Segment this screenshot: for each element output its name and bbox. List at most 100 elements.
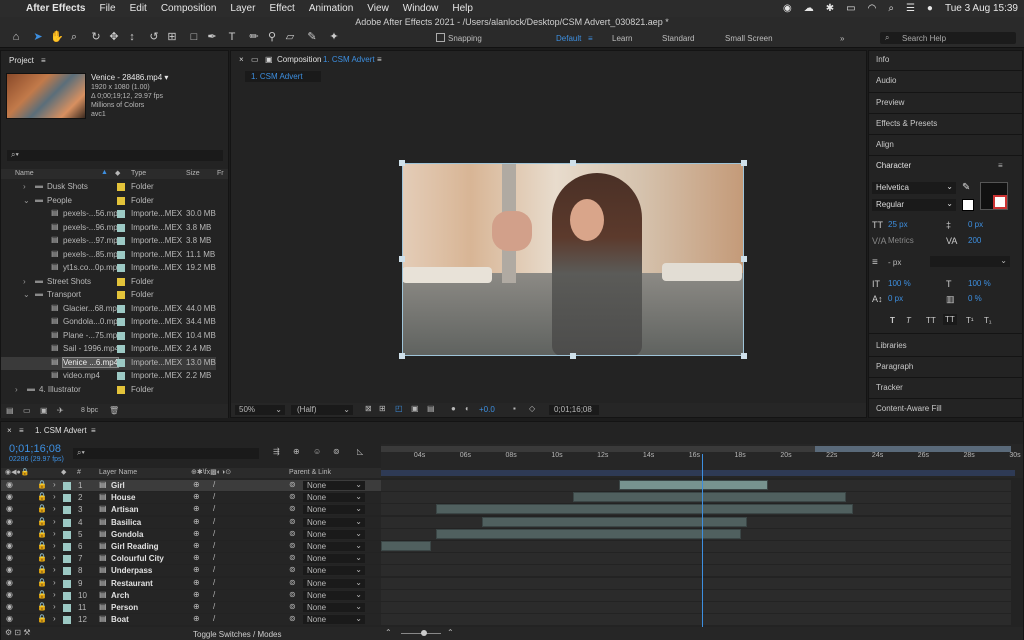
timeline-tab[interactable]: 1. CSM Advert [35, 426, 87, 435]
parent-select[interactable]: None ⌄ [303, 504, 365, 515]
layer-track[interactable] [381, 614, 1011, 626]
kerning-value[interactable]: Metrics [888, 236, 914, 245]
snapping-checkbox[interactable] [436, 33, 445, 42]
transform-handle[interactable] [570, 160, 576, 166]
transform-handle[interactable] [741, 353, 747, 359]
label-color-swatch[interactable] [63, 543, 71, 551]
layer-duration-bar[interactable] [481, 516, 748, 527]
libraries-panel[interactable]: Libraries [876, 341, 907, 350]
exposure-icon[interactable]: ◐ [465, 404, 470, 413]
new-folder-icon[interactable]: ▭ [23, 406, 31, 415]
font-size-value[interactable]: 25 px [888, 220, 908, 229]
panel-menu-icon[interactable]: ≡ [377, 55, 382, 64]
home-icon[interactable]: ⌂ [10, 31, 22, 43]
shy-switch-icon[interactable]: ⊕ [193, 504, 200, 513]
label-color-swatch[interactable] [117, 250, 125, 259]
parent-select[interactable]: None ⌄ [303, 553, 365, 564]
label-color-swatch[interactable] [117, 196, 125, 205]
frame-blend-icon[interactable]: ⊚ [333, 447, 340, 456]
label-color-swatch[interactable] [117, 304, 125, 313]
timeline-layer-row[interactable]: ◉ 🔒 › 6 ▤ Girl Reading ⊕ / ⊚ None ⌄ [1, 541, 1024, 553]
label-color-swatch[interactable] [63, 518, 71, 527]
puppet-tool-icon[interactable]: ✦ [328, 31, 340, 43]
workspace-menu-icon[interactable]: ≡ [588, 34, 593, 43]
eye-icon[interactable]: ◉ [6, 553, 13, 562]
parent-select[interactable]: None ⌄ [303, 480, 365, 490]
quality-switch-icon[interactable]: / [213, 492, 215, 501]
new-composition-icon[interactable]: ▣ [40, 406, 48, 415]
brush-tool-icon[interactable]: ✏ [248, 31, 260, 43]
snapshot-icon[interactable]: ▪ [513, 404, 516, 413]
panel-menu-icon[interactable]: ≡ [998, 161, 1003, 170]
menu-animation[interactable]: Animation [309, 3, 353, 14]
label-color-swatch[interactable] [63, 616, 71, 625]
timeline-timecode[interactable]: 0;01;16;08 [9, 443, 61, 455]
label-color-swatch[interactable] [117, 210, 125, 218]
pickwhip-icon[interactable]: ⊚ [289, 614, 296, 623]
label-color-swatch[interactable] [117, 331, 125, 340]
layer-track[interactable] [381, 589, 1011, 601]
comp-timecode-field[interactable]: 0;01;16;08 [549, 405, 599, 415]
label-color-swatch[interactable] [117, 372, 125, 380]
project-item[interactable]: ▤ pexels-...96.mp4 Importe...MEX 3.8 MB [1, 222, 216, 235]
info-panel[interactable]: Info [876, 55, 889, 64]
bit-depth[interactable]: 8 bpc [81, 407, 98, 414]
sort-icon[interactable]: ▲ [101, 169, 108, 176]
expand-arrow-icon[interactable]: ⌄ [23, 290, 30, 299]
label-color-swatch[interactable] [63, 567, 71, 576]
expand-arrow-icon[interactable]: › [53, 517, 56, 526]
faux-italic-icon[interactable]: T [906, 316, 911, 325]
eraser-tool-icon[interactable]: ▱ [284, 31, 296, 43]
lock-icon[interactable]: 🔒 [37, 578, 47, 587]
project-item[interactable]: ▤ yt1s.co...0p.mp4 Importe...MEX 19.2 MB [1, 262, 216, 275]
font-style-select[interactable]: Regular ⌄ [872, 199, 956, 211]
project-item[interactable]: › ▬ Street Shots Folder [1, 276, 216, 289]
pickwhip-icon[interactable]: ⊚ [289, 480, 296, 489]
stroke-color-swatch[interactable] [980, 182, 1008, 210]
draft-3d-icon[interactable]: ⊕ [293, 447, 300, 456]
eyedropper-icon[interactable]: ✎ [962, 182, 970, 193]
project-item[interactable]: ▤ Glacier...68.mp4 Importe...MEX 44.0 MB [1, 303, 216, 316]
lock-icon[interactable]: 🔒 [37, 614, 47, 623]
label-color-swatch[interactable] [117, 264, 125, 272]
layer-name[interactable]: Artisan [111, 505, 139, 514]
project-item[interactable]: ▤ pexels-...97.mp4 Importe...MEX 3.8 MB [1, 235, 216, 248]
region-icon[interactable]: ▣ [411, 404, 419, 413]
shy-icon[interactable]: ☺ [313, 447, 321, 456]
shy-switch-icon[interactable]: ⊕ [193, 492, 200, 501]
collapse-arrow-icon[interactable]: › [23, 277, 26, 286]
anchor-tool-icon[interactable]: ⊞ [166, 31, 178, 43]
toggle-switches-modes[interactable]: Toggle Switches / Modes [193, 630, 282, 639]
layer-name[interactable]: Underpass [111, 566, 152, 575]
project-item[interactable]: ▤ video.mp4 Importe...MEX 2.2 MB [1, 370, 216, 383]
quality-switch-icon[interactable]: / [213, 517, 215, 526]
transparency-icon[interactable]: ▤ [427, 404, 435, 413]
parent-select[interactable]: None ⌄ [303, 529, 365, 539]
comp-tab-name[interactable]: 1. CSM Advert [323, 55, 375, 64]
quality-switch-icon[interactable]: / [213, 480, 215, 489]
eye-icon[interactable]: ◉ [6, 590, 13, 599]
mask-icon[interactable]: ◰ [395, 404, 403, 413]
search-help-field[interactable]: ⌕ Search Help [880, 32, 1016, 44]
transform-handle[interactable] [741, 160, 747, 166]
lock-icon[interactable]: 🔒 [37, 504, 47, 513]
layer-duration-bar[interactable] [435, 528, 741, 539]
clone-tool-icon[interactable]: ⚲ [266, 31, 278, 43]
eye-icon[interactable]: ◉ [6, 517, 13, 526]
parent-select[interactable]: None ⌄ [303, 578, 365, 588]
eye-icon[interactable]: ◉ [6, 541, 13, 550]
quality-switch-icon[interactable]: / [213, 541, 215, 550]
layer-name[interactable]: House [111, 493, 135, 502]
parent-select[interactable]: None ⌄ [303, 517, 365, 527]
horizontal-scale-value[interactable]: 100 % [968, 279, 991, 288]
audio-panel[interactable]: Audio [876, 76, 896, 85]
lock-icon[interactable]: 🔒 [37, 529, 47, 538]
workspace-default[interactable]: Default [556, 34, 581, 43]
collapse-arrow-icon[interactable]: › [23, 182, 26, 191]
workspace-learn[interactable]: Learn [612, 34, 632, 43]
layer-track[interactable] [381, 602, 1011, 613]
eye-icon[interactable]: ◉ [6, 578, 13, 587]
label-color-swatch[interactable] [117, 277, 125, 286]
lock-icon[interactable]: 🔒 [37, 553, 47, 562]
expand-arrow-icon[interactable]: › [53, 578, 56, 587]
